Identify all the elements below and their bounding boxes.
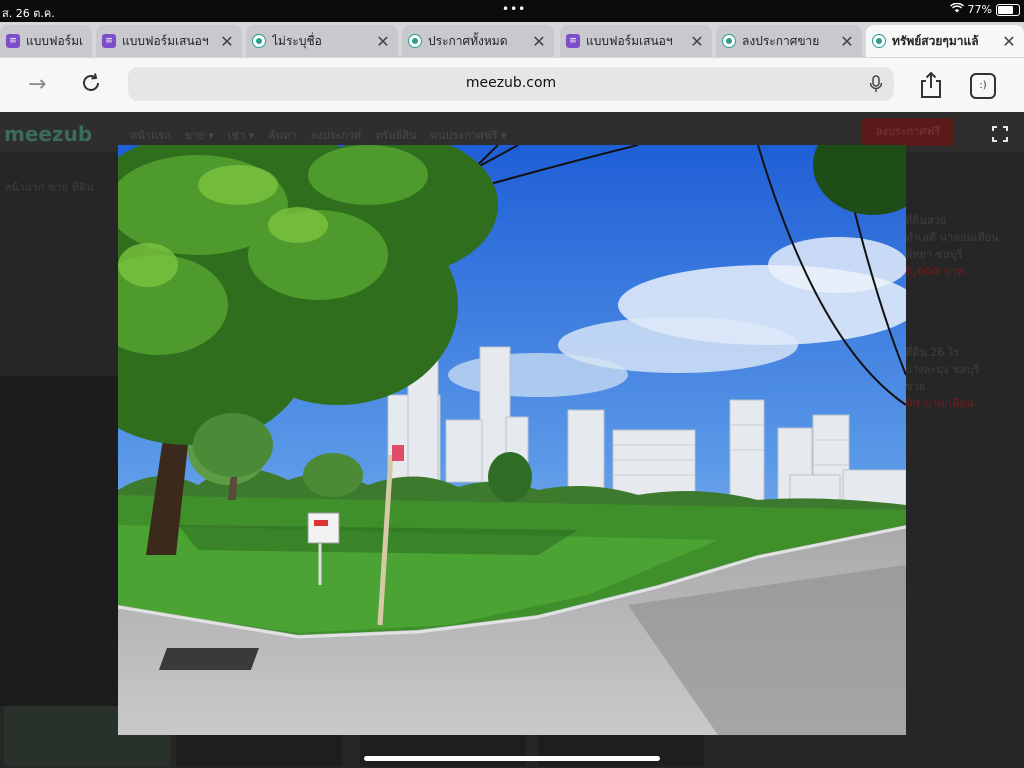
listing-price: 5,000 บาท: [905, 265, 965, 278]
listing-title: ที่ดินสวย: [905, 214, 947, 227]
meezub-icon: [722, 34, 736, 48]
meezub-icon: [252, 34, 266, 48]
site-menu-item[interactable]: หน้าแรก: [130, 129, 171, 142]
listing-line: ขาย: [905, 380, 926, 393]
form-icon: ≡: [102, 34, 116, 48]
close-icon[interactable]: ✕: [218, 32, 236, 51]
close-icon[interactable]: ✕: [688, 32, 706, 51]
tab-label: ลงประกาศขาย: [742, 33, 820, 48]
listing-title: ที่ดิน 26 ไร่: [905, 346, 960, 359]
listing-line: บางละมุง ชลบุรี: [905, 363, 980, 376]
site-menu-item[interactable]: เช่า ▾: [228, 129, 254, 142]
site-menu-item[interactable]: ทรัพย์สิน: [375, 129, 416, 142]
breadcrumb: หน้าแรก ขาย ที่ดิน: [4, 181, 94, 194]
address-bar[interactable]: meezub.com: [128, 67, 894, 101]
post-free-button[interactable]: ลงประกาศฟรี: [862, 118, 954, 146]
status-right: 77%: [949, 2, 1020, 16]
tab-label: ทรัพย์สวยๆมาแล้: [892, 33, 979, 48]
tab-label: แบบฟอร์มเสนอฯ: [122, 33, 209, 48]
battery-icon: [996, 3, 1020, 16]
form-icon: ≡: [6, 34, 20, 48]
site-menu-item[interactable]: คนประกาศฟรี ▾: [430, 129, 506, 142]
lightbox-photo[interactable]: [118, 145, 906, 735]
reload-icon[interactable]: [80, 72, 102, 100]
tab-bar: ≡ แบบฟอร์มเ ≡ แบบฟอร์มเสนอฯ ✕ ไม่ระบุชื่อ ✕ ประ…: [0, 22, 1024, 58]
tab-1[interactable]: ≡ แบบฟอร์มเ: [0, 25, 92, 57]
tab-7[interactable]: ทรัพย์สวยๆมาแล้ ✕: [866, 25, 1024, 57]
close-icon[interactable]: ✕: [374, 32, 392, 51]
listing-card[interactable]: ที่ดินสวย ทำเลดี นาจอมเทียน พัทยา ชลบุรี…: [905, 212, 1024, 280]
meezub-icon: [872, 34, 886, 48]
close-icon[interactable]: ✕: [838, 32, 856, 51]
close-icon[interactable]: ✕: [1000, 32, 1018, 51]
toolbar: → meezub.com :): [0, 58, 1024, 112]
close-icon[interactable]: ✕: [530, 32, 548, 51]
tab-6[interactable]: ลงประกาศขาย ✕: [716, 25, 862, 57]
forward-icon[interactable]: →: [28, 72, 46, 97]
form-icon: ≡: [566, 34, 580, 48]
url-text: meezub.com: [465, 75, 557, 91]
site-menu-item[interactable]: ค้นหา: [268, 129, 296, 142]
site-menu-item[interactable]: ขาย ▾: [185, 129, 214, 142]
microphone-icon[interactable]: [866, 74, 886, 94]
tab-4[interactable]: ประกาศทั้งหมด ✕: [402, 25, 554, 57]
tab-label: แบบฟอร์มเสนอฯ: [586, 33, 673, 48]
site-menu: หน้าแรก ขาย ▾ เช่า ▾ ค้นหา ลงประกาศ ทรัพย์สิน…: [130, 126, 521, 144]
tab-3[interactable]: ไม่ระบุชื่อ ✕: [246, 25, 398, 57]
listing-line: พัทยา ชลบุรี: [905, 248, 963, 261]
listing-price: 00 บาท/เดือน: [905, 397, 974, 410]
status-time: ส. 26 ต.ค.: [2, 7, 55, 20]
tab-label: ประกาศทั้งหมด: [428, 33, 508, 48]
meezub-icon: [408, 34, 422, 48]
tab-label: แบบฟอร์มเ: [26, 33, 84, 48]
status-bar: ส. 26 ต.ค. ••• 77%: [0, 0, 1024, 22]
tab-5[interactable]: ≡ แบบฟอร์มเสนอฯ ✕: [560, 25, 712, 57]
battery-label: 77%: [967, 3, 992, 16]
home-indicator[interactable]: [364, 756, 660, 761]
fullscreen-icon[interactable]: [980, 116, 1020, 152]
listing-card[interactable]: ที่ดิน 26 ไร่ บางละมุง ชลบุรี ขาย 00 บาท…: [905, 344, 1024, 412]
site-menu-item[interactable]: ลงประกาศ: [311, 129, 362, 142]
listing-line: ทำเลดี นาจอมเทียน: [905, 231, 999, 244]
tab-label: ไม่ระบุชื่อ: [272, 33, 322, 48]
site-logo[interactable]: meezub: [4, 122, 92, 146]
multitask-dots[interactable]: •••: [502, 2, 526, 16]
share-icon[interactable]: [918, 71, 944, 99]
left-panel: [0, 376, 118, 706]
tab-overview-button[interactable]: :): [970, 73, 996, 99]
tab-2[interactable]: ≡ แบบฟอร์มเสนอฯ ✕: [96, 25, 242, 57]
wifi-icon: [949, 2, 964, 16]
